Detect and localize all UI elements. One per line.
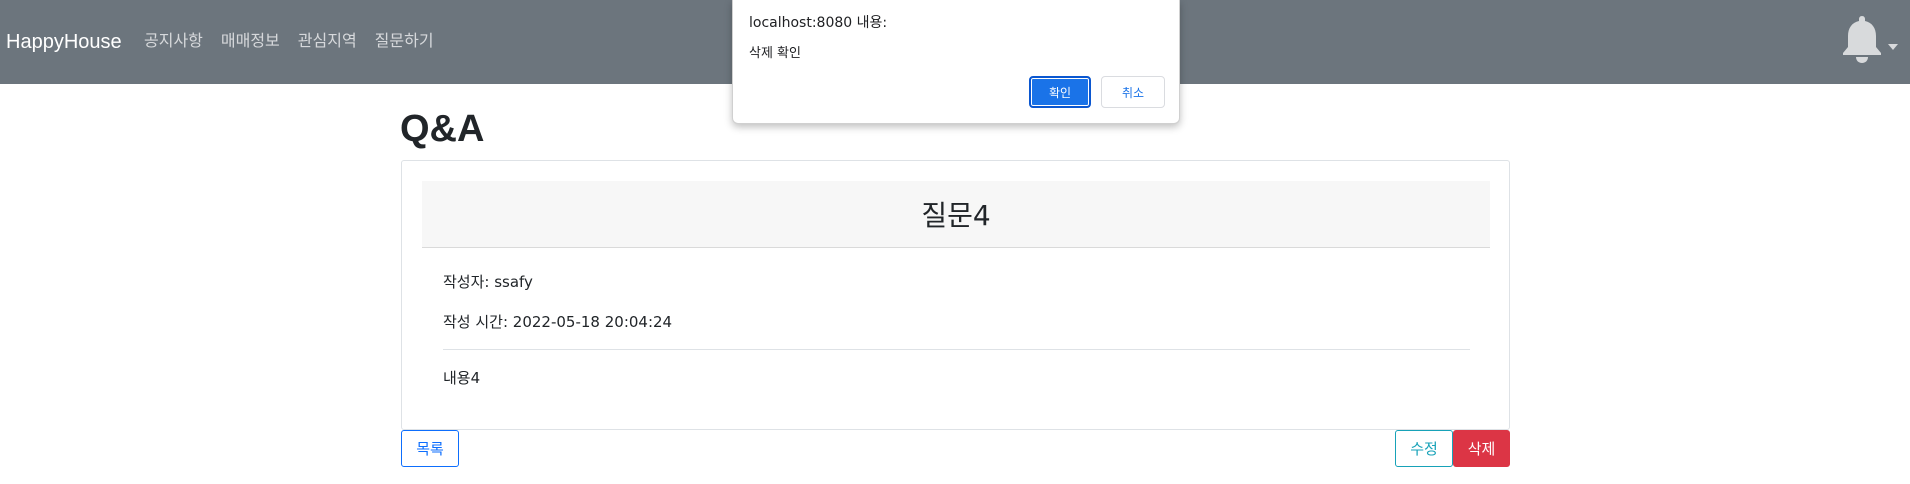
question-content: 내용4 xyxy=(443,369,481,387)
notification-dropdown[interactable] xyxy=(1840,14,1898,64)
chevron-down-icon xyxy=(1888,44,1898,50)
dialog-title: localhost:8080 내용: xyxy=(749,15,888,31)
question-subject: 질문4 xyxy=(422,181,1490,248)
page-title: Q&A xyxy=(400,108,485,150)
divider xyxy=(443,349,1470,350)
bell-icon xyxy=(1843,16,1881,63)
question-author: 작성자: ssafy xyxy=(443,273,533,291)
nav-link-notice[interactable]: 공지사항 xyxy=(144,28,212,54)
nav-link-qna[interactable]: 질문하기 xyxy=(366,28,443,54)
list-button[interactable]: 목록 xyxy=(401,430,459,467)
dialog-message: 삭제 확인 xyxy=(749,46,801,61)
dialog-ok-button[interactable]: 확인 xyxy=(1029,76,1091,108)
question-time: 작성 시간: 2022-05-18 20:04:24 xyxy=(443,313,673,331)
edit-button[interactable]: 수정 xyxy=(1395,430,1453,467)
brand-logo[interactable]: HappyHouse xyxy=(6,28,122,56)
nav-link-interest-area[interactable]: 관심지역 xyxy=(289,28,366,54)
nav-link-deals[interactable]: 매매정보 xyxy=(212,28,289,54)
dialog-cancel-button[interactable]: 취소 xyxy=(1101,76,1165,108)
confirm-dialog: localhost:8080 내용: 삭제 확인 확인 취소 xyxy=(732,0,1180,124)
nav-links: 공지사항 매매정보 관심지역 질문하기 xyxy=(144,28,443,54)
question-card: 질문4 작성자: ssafy 작성 시간: 2022-05-18 20:04:2… xyxy=(401,160,1510,430)
delete-button[interactable]: 삭제 xyxy=(1453,430,1510,467)
